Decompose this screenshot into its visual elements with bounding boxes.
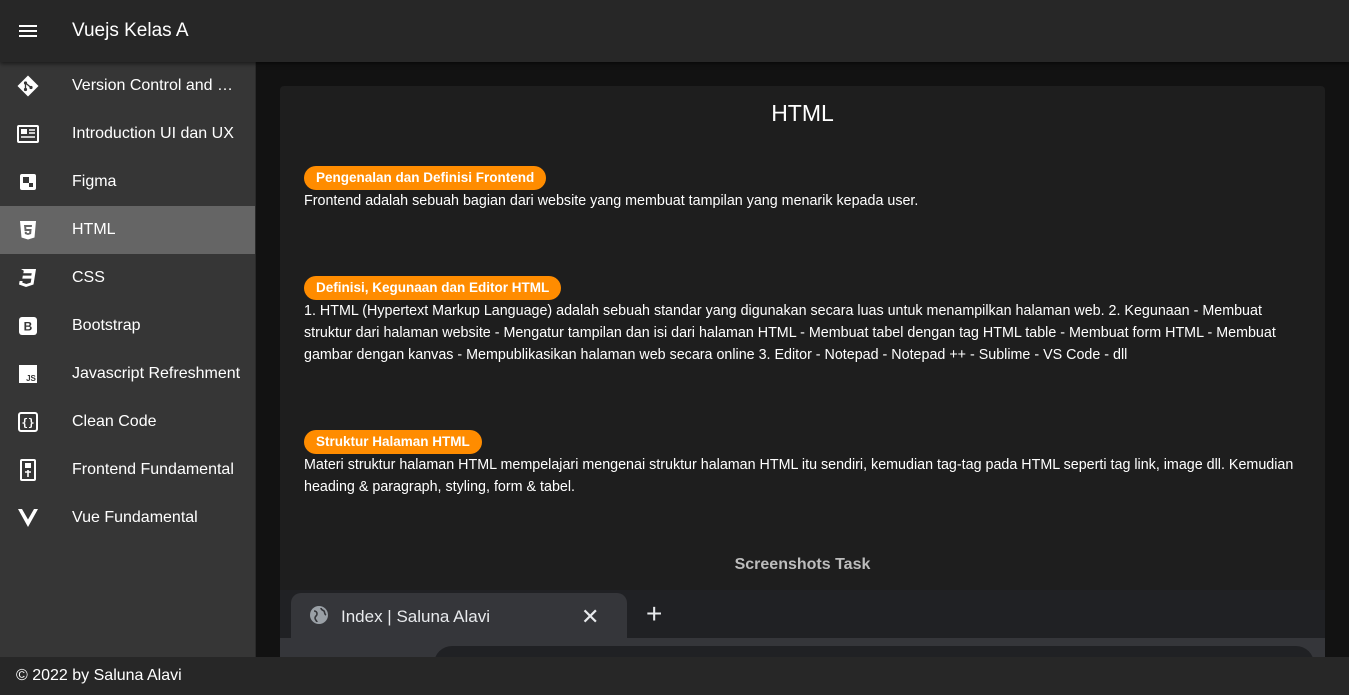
- main-content: HTML Pengenalan dan Definisi Frontend Fr…: [257, 62, 1349, 657]
- sidebar-item-figma[interactable]: Figma: [0, 158, 255, 206]
- sidebar-item-frontend-fundamental[interactable]: Frontend Fundamental: [0, 446, 255, 494]
- sidebar-item-vue-fundamental[interactable]: Vue Fundamental: [0, 494, 255, 542]
- file-document-icon: [16, 458, 40, 482]
- section-chip: Pengenalan dan Definisi Frontend: [304, 166, 547, 190]
- javascript-icon: JS: [16, 362, 40, 386]
- css3-icon: [16, 266, 40, 290]
- svg-text:JS: JS: [26, 374, 36, 383]
- content-card: HTML Pengenalan dan Definisi Frontend Fr…: [280, 86, 1325, 657]
- svg-text:B: B: [24, 320, 33, 334]
- browser-tabstrip: Index | Saluna Alavi ✕ +: [280, 590, 1325, 641]
- section-text: 1. HTML (Hypertext Markup Language) adal…: [304, 303, 1276, 363]
- app-bar: Vuejs Kelas A: [0, 0, 1349, 62]
- close-icon: ✕: [581, 604, 600, 629]
- vuejs-icon: [16, 506, 40, 530]
- section-text: Frontend adalah sebuah bagian dari websi…: [304, 193, 919, 209]
- section-text: Materi struktur halaman HTML mempelajari…: [304, 457, 1294, 495]
- app-title: Vuejs Kelas A: [72, 20, 189, 41]
- sidebar: Version Control and Branch Management In…: [0, 62, 256, 657]
- figma-icon: [16, 170, 40, 194]
- sidebar-item-label: Figma: [72, 173, 117, 190]
- sidebar-item-label: HTML: [72, 221, 116, 238]
- sidebar-item-label: Bootstrap: [72, 317, 141, 334]
- section-html-structure: Struktur Halaman HTML Materi struktur ha…: [304, 430, 1299, 498]
- plus-icon: +: [646, 598, 663, 629]
- footer: © 2022 by Saluna Alavi: [0, 657, 1349, 695]
- page-title: HTML: [771, 100, 834, 126]
- bootstrap-icon: B: [16, 314, 40, 338]
- sidebar-item-javascript[interactable]: JS Javascript Refreshment: [0, 350, 255, 398]
- sidebar-item-label: Javascript Refreshment: [72, 365, 241, 382]
- sidebar-item-version-control[interactable]: Version Control and Branch Management: [0, 62, 255, 110]
- browser-address-bar: [434, 646, 1314, 657]
- section-chip: Struktur Halaman HTML: [304, 430, 482, 454]
- sidebar-item-label: Frontend Fundamental: [72, 461, 234, 478]
- code-braces-icon: {}: [16, 410, 40, 434]
- svg-text:{}: {}: [21, 416, 34, 429]
- sidebar-item-css[interactable]: CSS: [0, 254, 255, 302]
- sidebar-item-clean-code[interactable]: {} Clean Code: [0, 398, 255, 446]
- sidebar-item-label: Introduction UI dan UX: [72, 125, 234, 142]
- sidebar-item-label: CSS: [72, 269, 105, 286]
- browser-toolbar: [280, 638, 1325, 657]
- sidebar-item-introduction-ui-ux[interactable]: Introduction UI dan UX: [0, 110, 255, 158]
- sidebar-item-html[interactable]: HTML: [0, 206, 255, 254]
- screenshots-title: Screenshots Task: [734, 556, 871, 573]
- section-chip: Definisi, Kegunaan dan Editor HTML: [304, 276, 562, 300]
- newspaper-icon: [16, 122, 40, 146]
- git-icon: [16, 74, 40, 98]
- browser-tab-title: Index | Saluna Alavi: [341, 607, 491, 626]
- screenshot-image: Index | Saluna Alavi ✕ +: [280, 590, 1325, 657]
- globe-icon: [309, 605, 329, 630]
- browser-tab: Index | Saluna Alavi ✕: [291, 593, 627, 641]
- section-html-definition: Definisi, Kegunaan dan Editor HTML 1. HT…: [304, 276, 1299, 366]
- section-frontend: Pengenalan dan Definisi Frontend Fronten…: [304, 166, 1299, 212]
- menu-icon[interactable]: [0, 0, 56, 62]
- sidebar-item-bootstrap[interactable]: B Bootstrap: [0, 302, 255, 350]
- sidebar-item-label: Vue Fundamental: [72, 509, 198, 526]
- html5-icon: [16, 218, 40, 242]
- footer-copyright: © 2022 by Saluna Alavi: [16, 667, 182, 684]
- sidebar-item-label: Version Control and Branch Management: [72, 77, 242, 94]
- sidebar-item-label: Clean Code: [72, 413, 157, 430]
